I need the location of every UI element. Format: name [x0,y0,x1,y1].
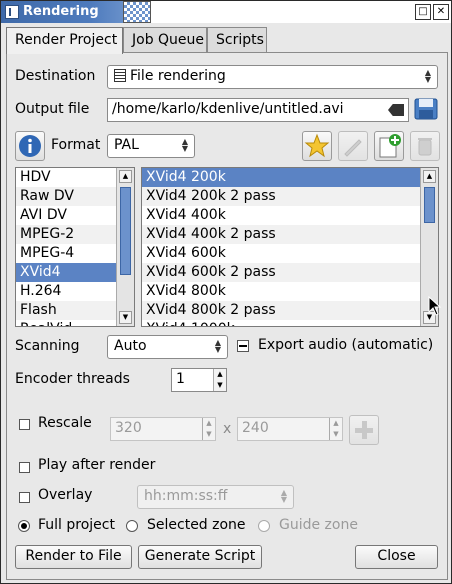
spin-arrows-icon[interactable]: ▲ ▼ [202,418,215,440]
profile-list-item[interactable]: XVid4 1000k [142,320,438,326]
add-document-icon [379,134,401,158]
new-profile-button[interactable] [374,131,404,161]
scroll-up-icon[interactable]: ▲ [423,170,436,183]
destination-value: File rendering [130,68,226,84]
chevron-updown-icon: ▲ ▼ [214,338,222,354]
output-file-input[interactable]: /home/karlo/kdenlive/untitled.avi [107,98,409,122]
profile-list-item[interactable]: XVid4 200k 2 pass [142,187,438,206]
generate-script-button[interactable]: Generate Script [138,545,262,569]
rescale-separator: x [223,421,232,437]
info-icon[interactable] [15,131,45,161]
format-list-scrollbar[interactable]: ▲ ▼ [116,168,134,326]
export-audio-toggle[interactable] [237,340,249,352]
full-project-radio[interactable] [18,520,30,532]
scroll-down-icon[interactable]: ▼ [119,311,132,324]
chevron-updown-icon: ▲ ▼ [280,488,288,504]
guide-zone-radio[interactable] [258,520,270,532]
star-icon [304,133,330,158]
play-after-render-label: Play after render [38,457,156,473]
maximize-button[interactable]: □ [415,4,431,20]
profile-list[interactable]: XVid4 200k XVid4 200k 2 pass XVid4 400k XVi… [141,167,439,327]
render-dialog: Rendering □ ✕ Render Project Job Queue S… [0,0,452,584]
rescale-width-value: 320 [115,420,142,436]
encoder-threads-label: Encoder threads [15,371,130,387]
selected-zone-label: Selected zone [147,517,246,533]
format-value: PAL [114,137,139,153]
format-list[interactable]: HDV Raw DV AVI DV MPEG-2 MPEG-4 XVid4 H.264 Fla… [15,167,135,327]
tab-job-queue[interactable]: Job Queue [123,27,207,53]
output-file-value: /home/karlo/kdenlive/untitled.avi [112,101,344,117]
profile-list-item[interactable]: XVid4 400k [142,206,438,225]
overlay-select[interactable]: hh:mm:ss:ff ▲ ▼ [137,485,294,509]
profile-list-item[interactable]: XVid4 200k [142,168,438,187]
close-window-button[interactable]: ✕ [433,4,449,20]
close-button[interactable]: Close [355,545,438,569]
scanning-select[interactable]: Auto ▲ ▼ [107,335,228,359]
delete-profile-button[interactable] [410,131,440,161]
render-to-file-button[interactable]: Render to File [15,545,132,569]
tab-scripts[interactable]: Scripts [207,27,267,53]
destination-select[interactable]: File rendering ▲ ▼ [107,65,438,89]
profile-list-item[interactable]: XVid4 800k [142,282,438,301]
window-title: Rendering [23,4,99,19]
save-file-icon[interactable] [413,95,439,121]
format-label: Format [51,137,101,153]
trash-icon [418,138,432,156]
output-file-label: Output file [15,101,90,117]
full-project-label: Full project [38,517,115,533]
rescale-label: Rescale [38,415,92,431]
film-icon [114,69,126,82]
overlay-checkbox[interactable] [19,492,30,503]
window-menu-icon[interactable] [5,5,19,19]
scroll-thumb[interactable] [120,187,131,275]
selected-zone-radio[interactable] [126,520,138,532]
rescale-checkbox[interactable] [19,419,30,430]
encoder-threads-value: 1 [176,371,185,387]
export-audio-label: Export audio (automatic) [258,337,434,353]
guide-zone-label: Guide zone [279,517,358,533]
chevron-updown-icon: ▲ ▼ [424,68,432,84]
scanning-label: Scanning [15,338,80,354]
profile-list-item[interactable]: XVid4 600k [142,244,438,263]
rescale-height-value: 240 [242,420,269,436]
scanning-value: Auto [114,338,147,354]
scroll-up-icon[interactable]: ▲ [119,170,132,183]
format-select[interactable]: PAL ▲ ▼ [107,134,195,158]
edit-profile-button[interactable] [338,131,368,161]
mouse-cursor-icon [428,296,442,316]
profile-list-item[interactable]: XVid4 800k 2 pass [142,301,438,320]
title-pattern [123,1,151,23]
spin-arrows-icon[interactable]: ▲ ▼ [213,369,226,391]
rescale-height-spinbox[interactable]: 240 ▲ ▼ [237,417,343,441]
favorite-profile-button[interactable] [302,131,332,161]
rescale-apply-button[interactable] [349,415,379,445]
title-bar: Rendering □ ✕ [1,1,451,23]
add-icon [355,421,373,439]
title-tab[interactable]: Rendering [1,1,151,23]
clear-text-icon[interactable] [388,104,404,116]
chevron-updown-icon: ▲ ▼ [181,137,189,153]
overlay-label: Overlay [38,487,93,503]
destination-label: Destination [15,68,96,84]
profile-list-item[interactable]: XVid4 400k 2 pass [142,225,438,244]
spin-arrows-icon[interactable]: ▲ ▼ [329,418,342,440]
encoder-threads-spinbox[interactable]: 1 ▲ ▼ [171,368,227,392]
overlay-placeholder: hh:mm:ss:ff [144,488,228,504]
render-project-panel: Destination File rendering ▲ ▼ Output fil… [6,52,448,580]
play-after-render-checkbox[interactable] [19,462,30,473]
scroll-thumb[interactable] [424,187,435,223]
tab-render-project[interactable]: Render Project [6,27,123,54]
profile-list-item[interactable]: XVid4 600k 2 pass [142,263,438,282]
pencil-icon [344,139,362,157]
rescale-width-spinbox[interactable]: 320 ▲ ▼ [110,417,216,441]
